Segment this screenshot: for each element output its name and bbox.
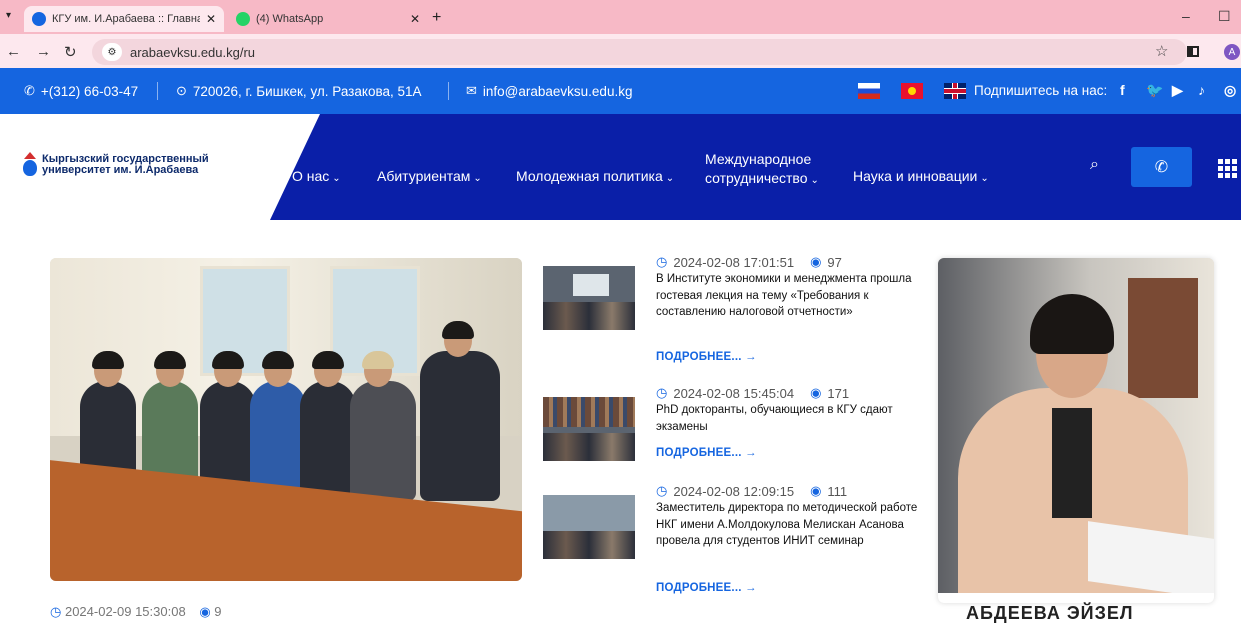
youtube-icon[interactable]: ▶ bbox=[1172, 82, 1183, 99]
clock-icon: ◷ bbox=[656, 483, 668, 498]
address-contact: ⊙ 720026, г. Бишкек, ул. Разакова, 51А bbox=[176, 83, 422, 99]
phone-text: +(312) 66-03-47 bbox=[40, 83, 139, 99]
facebook-icon[interactable]: f bbox=[1120, 82, 1125, 98]
kyrgyz-flag-icon[interactable] bbox=[901, 83, 923, 99]
rector-card[interactable] bbox=[938, 258, 1214, 603]
address-bar[interactable]: ⚙ arabaevksu.edu.kg/ru bbox=[92, 39, 1187, 65]
search-icon[interactable]: ⌕ bbox=[1090, 156, 1099, 174]
nav-applicants-label: Абитуриентам bbox=[377, 168, 471, 184]
tab-title: КГУ им. И.Арабаева :: Главная bbox=[52, 13, 200, 25]
news-views: 111 bbox=[827, 483, 848, 499]
instagram-icon[interactable]: ◎ bbox=[1224, 82, 1236, 99]
featured-news-views: 9 bbox=[214, 604, 222, 619]
nav-international[interactable]: Международное сотрудничество ⌄ bbox=[705, 150, 819, 190]
email-text: info@arabaevksu.edu.kg bbox=[482, 83, 633, 99]
featured-news-image[interactable] bbox=[50, 258, 522, 581]
bookmark-star-icon[interactable]: ☆ bbox=[1155, 42, 1168, 60]
featured-news-meta: ◷ 2024-02-09 15:30:08 ◉ 9 bbox=[50, 604, 222, 620]
nav-international-label-1: Международное bbox=[705, 151, 812, 167]
maximize-icon[interactable]: ☐ bbox=[1218, 8, 1231, 25]
chevron-down-icon: ⌄ bbox=[980, 173, 989, 184]
views-eye-icon: ◉ bbox=[199, 604, 211, 619]
news-views: 97 bbox=[827, 254, 842, 270]
phone-contact[interactable]: ✆ +(312) 66-03-47 bbox=[24, 83, 138, 99]
whatsapp-icon bbox=[236, 12, 250, 26]
subscribe-label: Подпишитесь на нас: bbox=[974, 83, 1108, 98]
read-more-link[interactable]: ПОДРОБНЕЕ... → bbox=[656, 447, 757, 459]
news-title[interactable]: PhD докторанты, обучающиеся в КГУ сдают … bbox=[656, 402, 926, 435]
read-more-link[interactable]: ПОДРОБНЕЕ... → bbox=[656, 351, 757, 363]
read-more-link[interactable]: ПОДРОБНЕЕ... → bbox=[656, 582, 757, 594]
phone-icon: ✆ bbox=[24, 83, 35, 98]
nav-applicants[interactable]: Абитуриентам ⌄ bbox=[377, 168, 482, 184]
views-eye-icon: ◉ bbox=[810, 483, 822, 498]
nav-science-label: Наука и инновации bbox=[853, 168, 978, 184]
minimize-icon[interactable]: – bbox=[1182, 8, 1190, 24]
news-thumbnail[interactable] bbox=[543, 266, 635, 330]
news-title[interactable]: В Институте экономики и менеджмента прош… bbox=[656, 271, 926, 321]
nav-youth-label: Молодежная политика bbox=[516, 168, 663, 184]
contact-bar: ✆ +(312) 66-03-47 ⊙ 720026, г. Бишкек, у… bbox=[0, 68, 1241, 114]
clock-icon: ◷ bbox=[656, 254, 668, 269]
chevron-down-icon: ⌄ bbox=[332, 173, 341, 184]
chevron-down-icon: ⌄ bbox=[810, 175, 819, 186]
browser-tab-bar: ▾ КГУ им. И.Арабаева :: Главная ✕ (4) Wh… bbox=[0, 0, 1241, 34]
news-title[interactable]: Заместитель директора по методической ра… bbox=[656, 500, 926, 550]
apps-grid-icon[interactable] bbox=[1218, 159, 1238, 178]
site-favicon-icon bbox=[32, 12, 46, 26]
site-info-icon[interactable]: ⚙ bbox=[102, 43, 122, 61]
clock-icon: ◷ bbox=[656, 385, 668, 400]
profile-avatar[interactable]: A bbox=[1224, 44, 1240, 60]
russian-flag-icon[interactable] bbox=[858, 83, 880, 99]
tab-title: (4) WhatsApp bbox=[256, 13, 324, 25]
reload-icon[interactable]: ↻ bbox=[64, 43, 77, 61]
new-tab-button[interactable]: + bbox=[432, 9, 441, 27]
rector-name: АБДЕЕВА ЭЙЗЕЛ bbox=[966, 603, 1134, 623]
forward-icon[interactable]: → bbox=[36, 43, 51, 60]
featured-news-date: 2024-02-09 15:30:08 bbox=[64, 604, 186, 619]
side-panel-icon[interactable] bbox=[1187, 46, 1199, 57]
back-icon[interactable]: ← bbox=[6, 43, 21, 60]
university-logo[interactable]: Кыргызский государственный университет и… bbox=[22, 152, 209, 178]
logo-line-2: университет им. И.Арабаева bbox=[42, 164, 199, 176]
clock-icon: ◷ bbox=[50, 604, 62, 619]
news-date: 2024-02-08 12:09:15 bbox=[673, 483, 795, 499]
divider bbox=[157, 82, 158, 100]
divider bbox=[448, 82, 449, 100]
nav-youth-policy[interactable]: Молодежная политика ⌄ bbox=[516, 168, 674, 184]
news-views: 171 bbox=[827, 385, 850, 401]
nav-about-label: О нас bbox=[292, 168, 330, 184]
phone-icon: ✆ bbox=[1154, 159, 1169, 176]
views-eye-icon: ◉ bbox=[810, 385, 822, 400]
chevron-down-icon: ⌄ bbox=[473, 173, 482, 184]
close-tab-icon[interactable]: ✕ bbox=[206, 12, 216, 26]
browser-tab-active[interactable]: КГУ им. И.Арабаева :: Главная ✕ bbox=[24, 6, 224, 32]
tab-search-icon[interactable]: ▾ bbox=[6, 10, 11, 21]
logo-mark-icon bbox=[22, 152, 38, 178]
uk-flag-icon[interactable] bbox=[944, 83, 966, 99]
news-date: 2024-02-08 17:01:51 bbox=[673, 254, 795, 270]
tiktok-icon[interactable]: ♪ bbox=[1198, 82, 1205, 98]
chevron-down-icon: ⌄ bbox=[665, 173, 675, 184]
nav-international-label-2: сотрудничество bbox=[705, 170, 808, 186]
nav-science[interactable]: Наука и инновации ⌄ bbox=[853, 168, 989, 184]
location-pin-icon: ⊙ bbox=[176, 83, 187, 98]
browser-toolbar: ← → ↻ ⚙ arabaevksu.edu.kg/ru ☆ A bbox=[0, 34, 1241, 68]
call-button[interactable]: ✆ bbox=[1131, 147, 1192, 187]
close-tab-icon[interactable]: ✕ bbox=[410, 12, 420, 26]
email-contact[interactable]: ✉ info@arabaevksu.edu.kg bbox=[466, 83, 632, 99]
twitter-icon[interactable]: 🐦 bbox=[1146, 82, 1163, 99]
views-eye-icon: ◉ bbox=[810, 254, 822, 269]
browser-tab-whatsapp[interactable]: (4) WhatsApp ✕ bbox=[228, 6, 428, 32]
nav-about[interactable]: О нас ⌄ bbox=[292, 168, 341, 184]
news-date: 2024-02-08 15:45:04 bbox=[673, 385, 795, 401]
news-thumbnail[interactable] bbox=[543, 495, 635, 559]
mail-icon: ✉ bbox=[466, 83, 477, 98]
news-thumbnail[interactable] bbox=[543, 397, 635, 461]
address-text: 720026, г. Бишкек, ул. Разакова, 51А bbox=[192, 83, 422, 99]
url-text: arabaevksu.edu.kg/ru bbox=[130, 44, 256, 60]
